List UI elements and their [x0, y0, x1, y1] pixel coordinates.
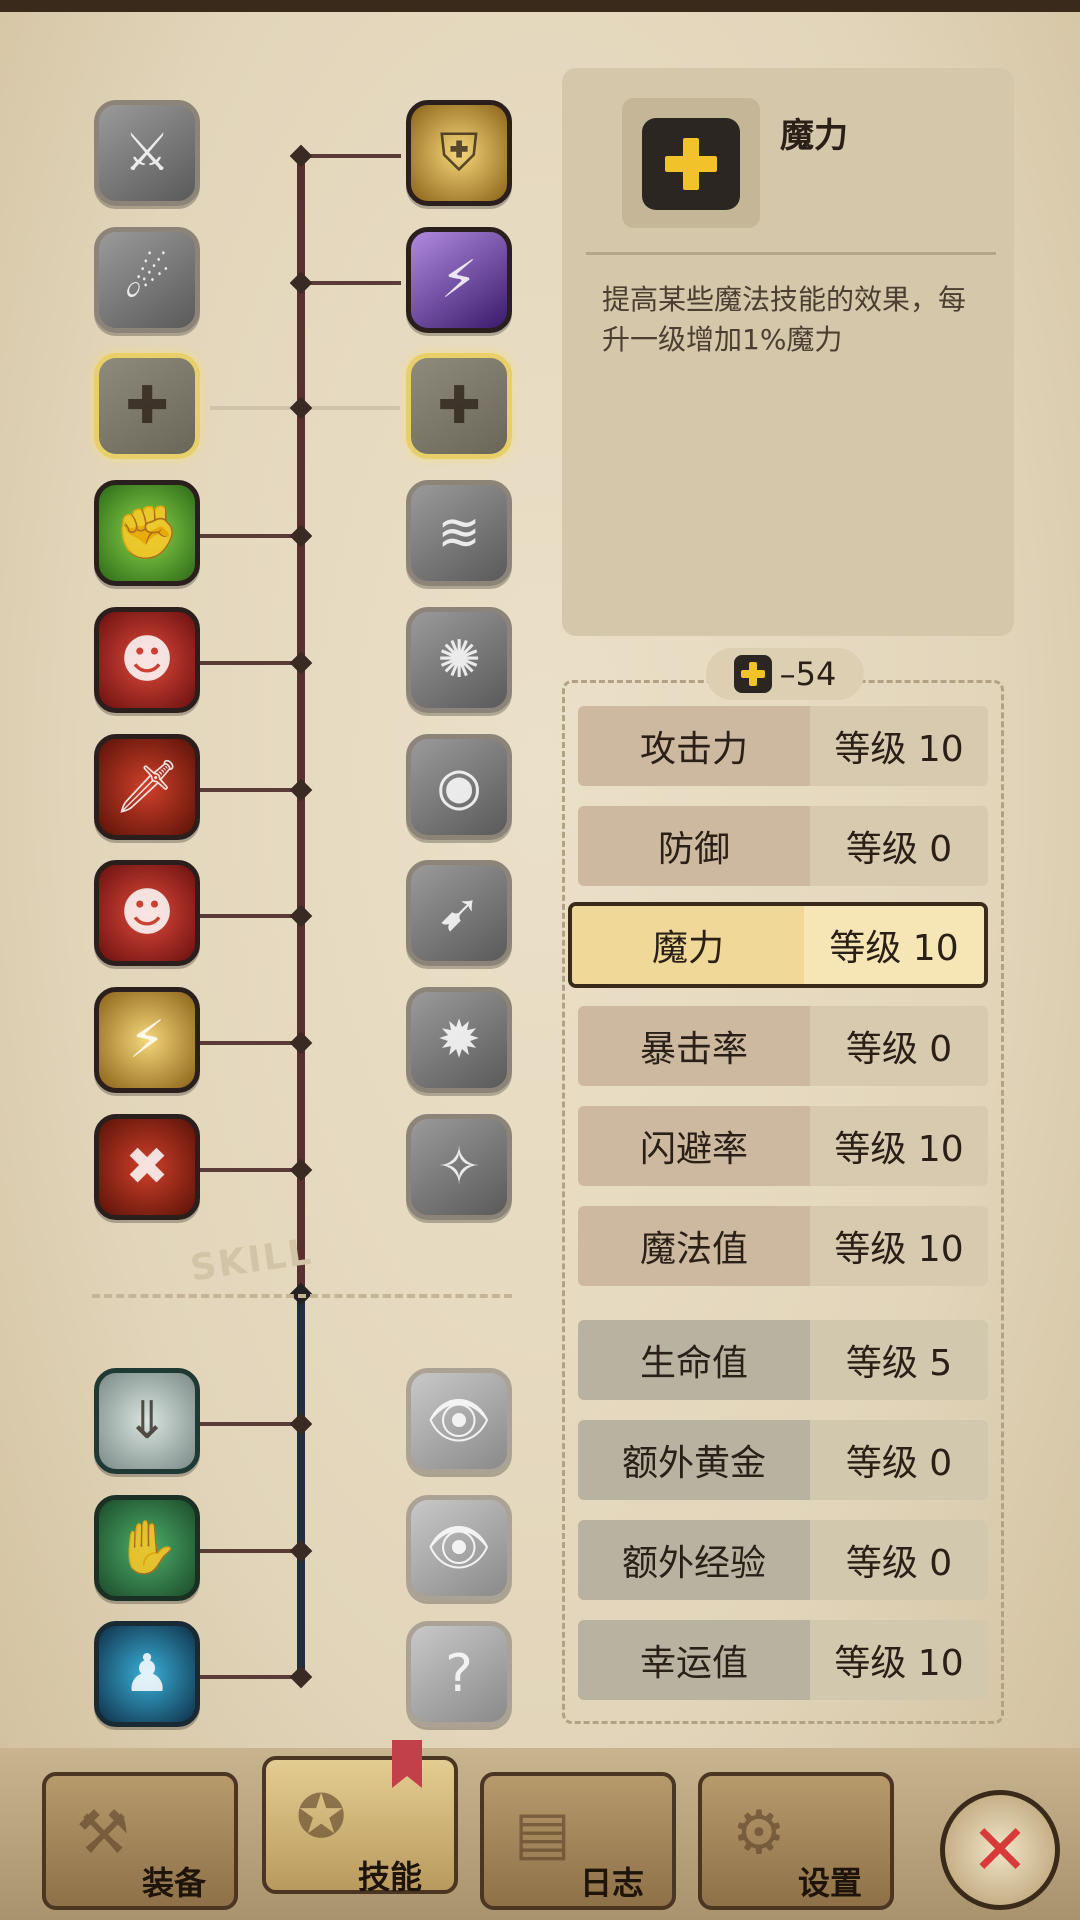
stat-level: 等级 10	[810, 1206, 988, 1286]
close-button[interactable]: ✕	[940, 1790, 1060, 1910]
stat-name: 魔力	[572, 906, 804, 984]
stat-row-attack[interactable]: 攻击力 等级 10	[578, 706, 988, 786]
skill-ring-icon: ✪	[296, 1782, 347, 1852]
branch-right	[301, 154, 401, 158]
stat-level: 等级 10	[810, 1620, 988, 1700]
stat-row-critical[interactable]: 暴击率 等级 0	[578, 1006, 988, 1086]
journal-icon: ▤	[514, 1798, 571, 1868]
stat-level: 等级 0	[810, 1520, 988, 1600]
holy-shield-icon[interactable]: ⛨	[406, 100, 512, 206]
magic-plus-burst-icon[interactable]: ✚	[406, 353, 512, 459]
stat-row-magic[interactable]: 魔力 等级 10	[568, 902, 988, 988]
treasure-grab-icon[interactable]: ✋	[94, 1495, 200, 1601]
tab-label: 设置	[798, 1864, 863, 1902]
tab-journal[interactable]: ▤ 日志	[480, 1772, 676, 1910]
stat-row-extra-gold[interactable]: 额外黄金 等级 0	[578, 1420, 988, 1500]
branch-left	[200, 1675, 300, 1679]
stat-name: 暴击率	[578, 1006, 810, 1086]
branch-left	[200, 1168, 300, 1172]
branch-left	[200, 1549, 300, 1553]
vortex-icon[interactable]: ✹	[406, 987, 512, 1093]
stat-row-defense[interactable]: 防御 等级 0	[578, 806, 988, 886]
stat-level: 等级 0	[810, 806, 988, 886]
stat-name: 攻击力	[578, 706, 810, 786]
stat-name: 生命值	[578, 1320, 810, 1400]
flying-fish-icon[interactable]: ➹	[406, 860, 512, 966]
lightning-golem-icon[interactable]: ⚡	[94, 987, 200, 1093]
branch-left	[200, 788, 300, 792]
tab-label: 装备	[142, 1864, 207, 1902]
tab-settings[interactable]: ⚙ 设置	[698, 1772, 894, 1910]
magic-plus-icon	[642, 118, 740, 210]
dash-icon[interactable]: ≋	[406, 480, 512, 586]
branch-left	[200, 914, 300, 918]
mystery-figure-icon[interactable]: ?	[406, 1621, 512, 1727]
eye-chest-icon[interactable]: 👁	[406, 1495, 512, 1601]
tree-trunk-lower	[297, 1292, 305, 1676]
tree-trunk-upper	[297, 150, 305, 1292]
watch-eye-icon[interactable]: 👁	[406, 1368, 512, 1474]
shadow-strike-icon[interactable]: ☻	[94, 607, 200, 713]
tab-skills[interactable]: ✪ 技能	[262, 1756, 458, 1896]
branch-right	[301, 281, 401, 285]
stat-row-luck[interactable]: 幸运值 等级 10	[578, 1620, 988, 1700]
close-icon: ✕	[970, 1809, 1030, 1891]
branch-left	[200, 661, 300, 665]
skill-title: 魔力	[780, 116, 848, 156]
blue-aura-icon[interactable]: ♟	[94, 1621, 200, 1727]
info-separator	[586, 252, 996, 255]
golden-dagger-icon[interactable]: 🗡	[94, 734, 200, 840]
stat-name: 幸运值	[578, 1620, 810, 1700]
stat-level: 等级 10	[810, 1106, 988, 1186]
stat-row-dodge[interactable]: 闪避率 等级 10	[578, 1106, 988, 1186]
tab-label: 日志	[580, 1864, 645, 1902]
blade-slash-icon[interactable]: ⚔	[94, 100, 200, 206]
branch-left	[200, 1422, 300, 1426]
stat-level: 等级 10	[804, 906, 984, 984]
branch-left	[200, 534, 300, 538]
branch-left	[200, 1041, 300, 1045]
explosion-icon[interactable]: ✺	[406, 607, 512, 713]
dodge-icon[interactable]: ☄	[94, 227, 200, 333]
points-value: –54	[779, 655, 837, 693]
stat-name: 额外黄金	[578, 1420, 810, 1500]
points-plus-icon	[733, 655, 772, 693]
trap-icon[interactable]: ⇓	[94, 1368, 200, 1474]
stat-name: 魔法值	[578, 1206, 810, 1286]
skill-description: 提高某些魔法技能的效果，每升一级增加1%魔力	[602, 283, 967, 356]
stat-name: 防御	[578, 806, 810, 886]
magic-plus-icon[interactable]: ✚	[94, 353, 200, 459]
stat-row-mana[interactable]: 魔法值 等级 10	[578, 1206, 988, 1286]
purple-lightning-icon[interactable]: ⚡	[406, 227, 512, 333]
stat-level: 等级 5	[810, 1320, 988, 1400]
tab-label: 技能	[358, 1858, 423, 1896]
stat-row-health[interactable]: 生命值 等级 5	[578, 1320, 988, 1400]
sparkle-ghost-icon[interactable]: ✧	[406, 1114, 512, 1220]
muscle-icon[interactable]: ✊	[94, 480, 200, 586]
tab-equipment[interactable]: ⚒ 装备	[42, 1772, 238, 1910]
points-badge: –54	[706, 648, 864, 700]
cross-sword-icon[interactable]: ✖	[94, 1114, 200, 1220]
stat-level: 等级 0	[810, 1006, 988, 1086]
stat-level: 等级 10	[810, 706, 988, 786]
gear-icon: ⚙	[732, 1798, 786, 1868]
section-divider	[92, 1294, 512, 1298]
stat-name: 闪避率	[578, 1106, 810, 1186]
stat-row-extra-exp[interactable]: 额外经验 等级 0	[578, 1520, 988, 1600]
eye-orb-icon[interactable]: ◉	[406, 734, 512, 840]
stat-level: 等级 0	[810, 1420, 988, 1500]
top-border	[0, 0, 1080, 12]
axe-icon: ⚒	[76, 1798, 130, 1868]
stat-name: 额外经验	[578, 1520, 810, 1600]
shadow-assassin-icon[interactable]: ☻	[94, 860, 200, 966]
